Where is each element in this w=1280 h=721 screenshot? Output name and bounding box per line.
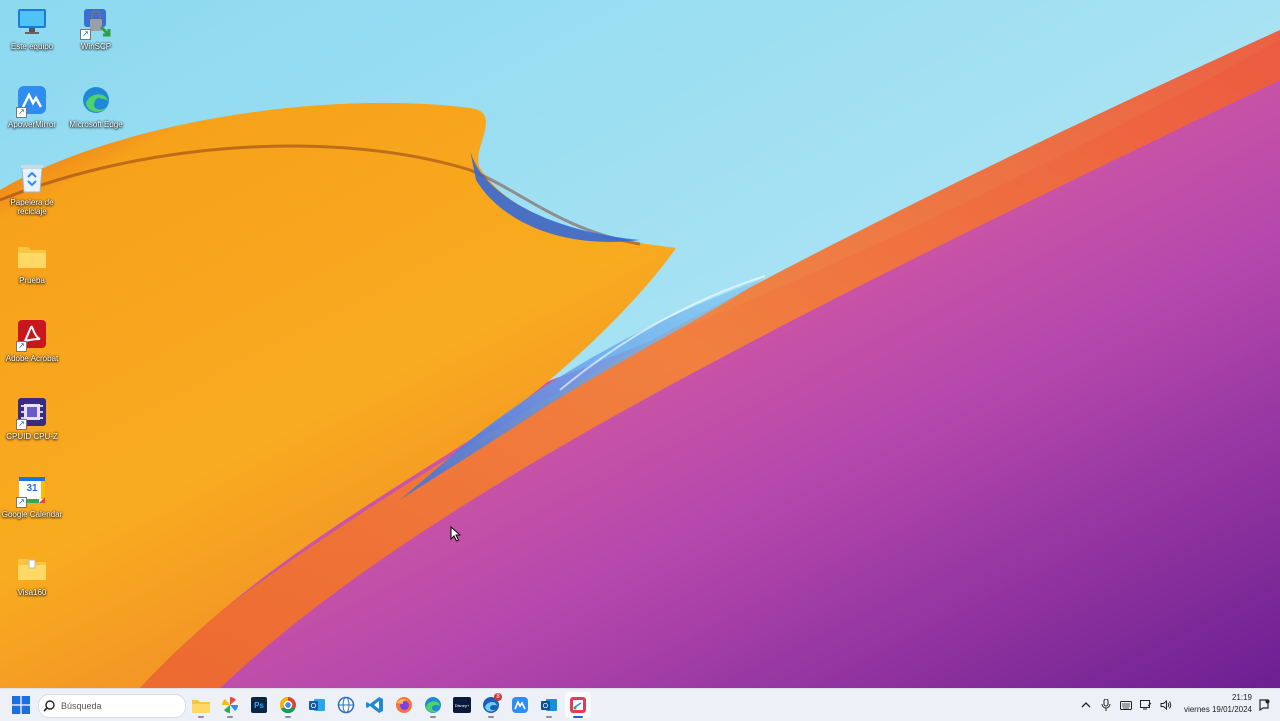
system-tray xyxy=(1076,689,1176,721)
taskbar-app-photoshop[interactable]: Ps xyxy=(246,692,272,718)
edge-icon xyxy=(425,697,441,713)
shortcut-arrow-icon: ↗ xyxy=(16,341,27,352)
svg-text:O: O xyxy=(543,703,549,710)
start-button[interactable] xyxy=(8,692,34,718)
clock-date: viernes 19/01/2024 xyxy=(1183,705,1252,714)
desktop: Este equipo ↗ WinSCP ↗ ApowerMirror Micr… xyxy=(0,0,1280,688)
calendar-icon: 31 ↗ xyxy=(16,474,48,508)
apowermirror-icon xyxy=(512,697,528,713)
folder-icon xyxy=(16,240,48,272)
desktop-icon-apowermirror[interactable]: ↗ ApowerMirror xyxy=(0,84,64,129)
shortcut-arrow-icon: ↗ xyxy=(16,107,27,118)
notification-badge: 8 xyxy=(494,693,502,701)
shortcut-arrow-icon: ↗ xyxy=(16,497,27,508)
microphone-icon[interactable] xyxy=(1096,695,1116,715)
vscode-icon xyxy=(366,697,383,713)
taskbar-apps: Ps O Disney+ 8 O xyxy=(188,692,594,718)
desktop-icon-label: Adobe Acrobat xyxy=(5,354,59,363)
cpuz-icon: ↗ xyxy=(16,396,48,430)
taskbar-search[interactable] xyxy=(38,694,186,718)
folder-icon xyxy=(16,552,48,584)
globe-icon xyxy=(337,696,355,714)
desktop-icon-microsoft-edge[interactable]: Microsoft Edge xyxy=(64,84,128,129)
desktop-icon-visa160[interactable]: Visa160 xyxy=(0,552,64,597)
show-hidden-icons-chevron-up-icon[interactable] xyxy=(1076,695,1096,715)
desktop-icon-label: Prueba xyxy=(19,276,45,285)
outlook-icon: O xyxy=(541,699,557,711)
taskbar-app-firefox[interactable] xyxy=(391,692,417,718)
desktop-icon-cpuz[interactable]: ↗ CPUID CPU-Z xyxy=(0,396,64,441)
desktop-icon-prueba[interactable]: Prueba xyxy=(0,240,64,285)
edge-icon xyxy=(80,84,112,116)
apowermirror-icon: ↗ xyxy=(16,84,48,118)
volume-icon[interactable] xyxy=(1156,695,1176,715)
desktop-icon-label: Visa160 xyxy=(17,588,47,597)
recycle-bin-icon xyxy=(16,162,48,194)
wallpaper xyxy=(0,0,1280,688)
winscp-icon: ↗ xyxy=(80,6,112,40)
taskbar-app-edge[interactable] xyxy=(420,692,446,718)
search-icon xyxy=(43,700,55,712)
taskbar-app-photos[interactable] xyxy=(217,692,243,718)
snipping-icon xyxy=(570,697,586,713)
network-icon[interactable] xyxy=(1136,695,1156,715)
shortcut-arrow-icon: ↗ xyxy=(16,419,27,430)
search-input[interactable] xyxy=(59,700,173,712)
photoshop-icon-text: Ps xyxy=(254,700,264,710)
photoshop-icon: Ps xyxy=(251,697,267,713)
desktop-icon-label: Google Calendar xyxy=(1,510,63,519)
desktop-icon-label: CPUID CPU-Z xyxy=(6,432,58,441)
windows-logo-icon xyxy=(12,696,30,714)
firefox-icon xyxy=(396,697,412,713)
desktop-icon-google-calendar[interactable]: 31 ↗ Google Calendar xyxy=(0,474,64,519)
acrobat-icon: ↗ xyxy=(16,318,48,352)
disney-icon: Disney+ xyxy=(453,697,471,713)
taskbar-app-disney-plus[interactable]: Disney+ xyxy=(449,692,475,718)
desktop-icon-adobe-acrobat[interactable]: ↗ Adobe Acrobat xyxy=(0,318,64,363)
taskbar-app-file-explorer[interactable] xyxy=(188,692,214,718)
taskbar-app-chrome[interactable] xyxy=(275,692,301,718)
calendar-day-text: 31 xyxy=(26,483,38,494)
desktop-icon-winscp[interactable]: ↗ WinSCP xyxy=(64,6,128,51)
notifications-icon[interactable] xyxy=(1254,695,1274,715)
desktop-icon-label: Papelera de reciclaje xyxy=(10,198,54,216)
pinwheel-icon xyxy=(222,697,238,713)
shortcut-arrow-icon: ↗ xyxy=(80,29,91,40)
outlook-icon: O xyxy=(309,699,325,711)
desktop-icon-papelera[interactable]: Papelera de reciclaje xyxy=(0,162,64,216)
desktop-icon-label: WinSCP xyxy=(80,42,112,51)
taskbar-app-apowermirror[interactable] xyxy=(507,692,533,718)
taskbar-app-browser-globe[interactable] xyxy=(333,692,359,718)
clock-time: 21:19 xyxy=(1231,693,1252,702)
taskbar-app-vscode[interactable] xyxy=(362,692,388,718)
taskbar-app-outlook[interactable]: O xyxy=(304,692,330,718)
mouse-cursor-icon xyxy=(450,526,462,542)
svg-text:O: O xyxy=(311,703,317,710)
chrome-icon xyxy=(279,696,296,714)
taskbar-app-outlook-new[interactable]: O xyxy=(536,692,562,718)
taskbar: Ps O Disney+ 8 xyxy=(0,688,1280,721)
keyboard-icon[interactable] xyxy=(1116,695,1136,715)
folder-icon xyxy=(192,699,210,713)
monitor-icon xyxy=(16,6,48,38)
taskbar-clock[interactable]: 21:19 viernes 19/01/2024 xyxy=(1180,692,1252,716)
desktop-icon-label: Este equipo xyxy=(10,42,54,51)
taskbar-app-snipping-tool[interactable] xyxy=(565,692,591,718)
desktop-icon-este-equipo[interactable]: Este equipo xyxy=(0,6,64,51)
disney-icon-text: Disney+ xyxy=(454,702,470,708)
taskbar-app-edge-dev[interactable]: 8 xyxy=(478,692,504,718)
desktop-icon-label: ApowerMirror xyxy=(7,120,56,129)
desktop-icon-label: Microsoft Edge xyxy=(69,120,123,129)
